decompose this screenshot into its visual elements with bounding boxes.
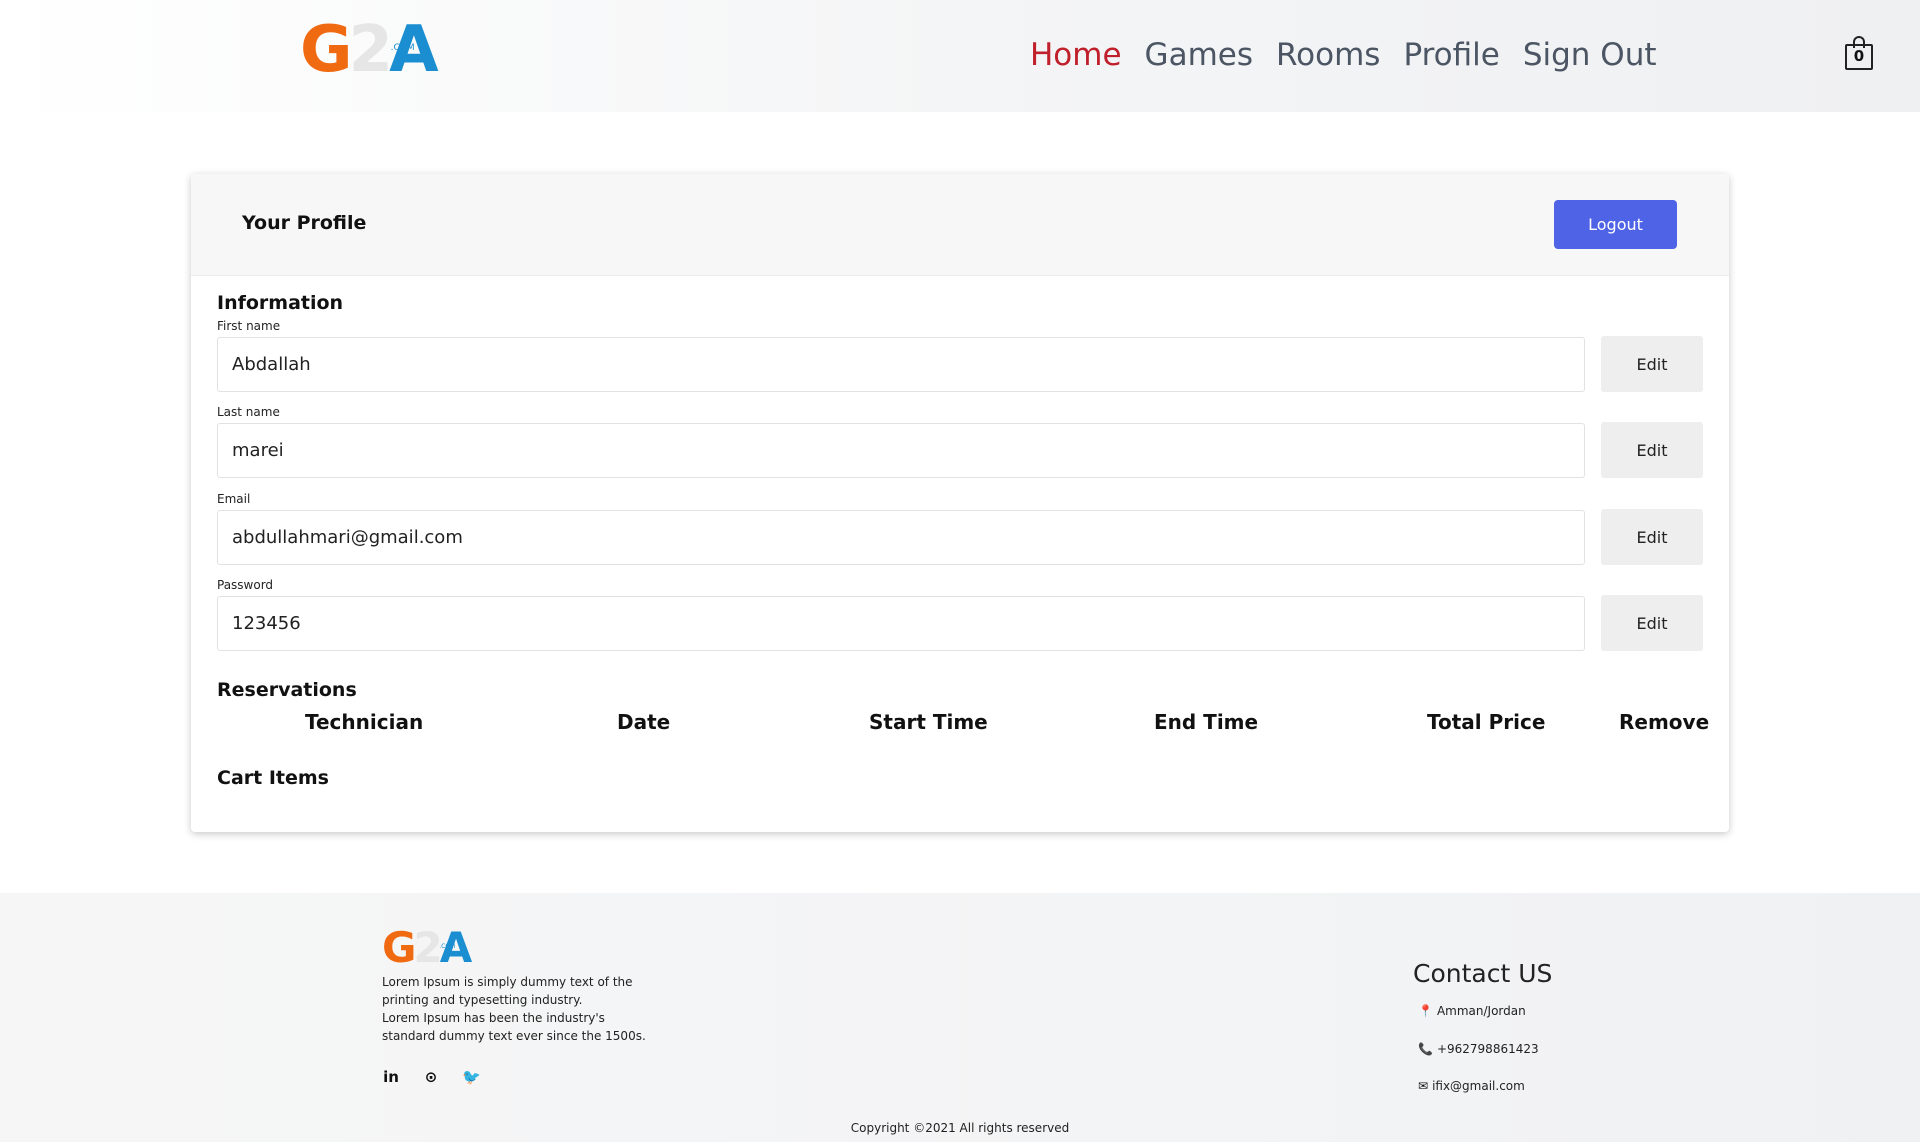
last-name-field[interactable]	[217, 423, 1585, 478]
site-header: G 2 A .COM Home Games Rooms Profile Sign Ou…	[0, 0, 1920, 112]
column-date: Date	[617, 710, 671, 734]
edit-first-name-button[interactable]: Edit	[1601, 336, 1703, 392]
footer-logo[interactable]: G 2 A .COM	[382, 927, 472, 969]
cart-button[interactable]: 0	[1845, 36, 1875, 70]
main-nav: Home Games Rooms Profile Sign Out	[1030, 34, 1657, 76]
nav-sign-out[interactable]: Sign Out	[1523, 34, 1657, 76]
nav-rooms[interactable]: Rooms	[1276, 34, 1380, 76]
column-technician: Technician	[305, 710, 424, 734]
linkedin-icon[interactable]: in	[382, 1068, 400, 1086]
profile-card: Your Profile Logout Information First na…	[191, 174, 1729, 832]
column-end-time: End Time	[1154, 710, 1259, 734]
reservations-title: Reservations	[217, 679, 357, 701]
edit-last-name-button[interactable]: Edit	[1601, 422, 1703, 478]
page-title: Your Profile	[242, 212, 367, 234]
footer-description: Lorem Ipsum is simply dummy text of the …	[382, 975, 646, 1043]
information-title: Information	[217, 292, 344, 314]
nav-home[interactable]: Home	[1030, 34, 1122, 76]
email-field[interactable]	[217, 510, 1585, 565]
envelope-icon: ✉	[1418, 1079, 1429, 1093]
contact-phone: 📞 +962798861423	[1418, 1042, 1539, 1056]
contact-location: 📍 Amman/Jordan	[1418, 1004, 1526, 1018]
github-icon[interactable]: ⊙	[422, 1068, 440, 1086]
copyright: Copyright ©2021 All rights reserved	[850, 1121, 1070, 1135]
first-name-label: First name	[217, 319, 281, 333]
first-name-field[interactable]	[217, 337, 1585, 392]
last-name-label: Last name	[217, 405, 280, 419]
edit-password-button[interactable]: Edit	[1601, 595, 1703, 651]
site-footer: G 2 A .COM Lorem Ipsum is simply dummy text…	[0, 893, 1920, 1142]
contact-email: ✉ ifix@gmail.com	[1418, 1079, 1525, 1093]
twitter-icon[interactable]: 🐦	[462, 1068, 481, 1086]
social-links: in ⊙ 🐦	[382, 1068, 481, 1086]
profile-card-header: Your Profile Logout	[191, 174, 1729, 276]
g2a-logo[interactable]: G 2 A .COM	[300, 18, 439, 82]
cart-items-title: Cart Items	[217, 767, 329, 789]
contact-title: Contact US	[1413, 959, 1553, 988]
email-label: Email	[217, 492, 251, 506]
column-total-price: Total Price	[1427, 710, 1546, 734]
logout-button[interactable]: Logout	[1554, 200, 1677, 249]
column-start-time: Start Time	[869, 710, 988, 734]
phone-icon: 📞	[1418, 1042, 1433, 1056]
password-label: Password	[217, 578, 274, 592]
column-remove: Remove	[1619, 710, 1710, 734]
nav-profile[interactable]: Profile	[1403, 34, 1499, 76]
edit-email-button[interactable]: Edit	[1601, 509, 1703, 565]
cart-count: 0	[1853, 47, 1865, 65]
password-field[interactable]	[217, 596, 1585, 651]
map-pin-icon: 📍	[1418, 1004, 1433, 1018]
nav-games[interactable]: Games	[1145, 34, 1253, 76]
